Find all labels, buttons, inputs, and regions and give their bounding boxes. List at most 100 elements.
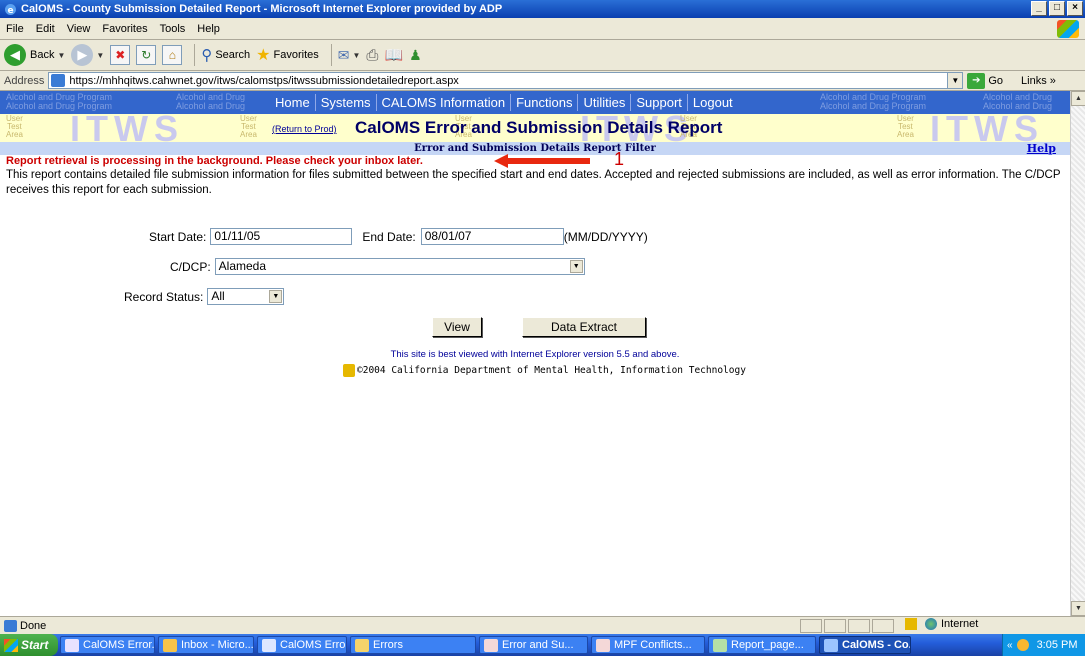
research-button[interactable]: 📖: [384, 46, 403, 64]
tray-clock-icon[interactable]: [1016, 639, 1029, 651]
links-button[interactable]: Links »: [1021, 75, 1056, 87]
start-button[interactable]: Start: [0, 634, 58, 656]
back-label: Back: [30, 49, 55, 61]
pdf-icon: [484, 638, 498, 652]
back-button[interactable]: ◀ Back ▼: [4, 44, 65, 66]
chevron-down-icon[interactable]: ▼: [269, 290, 283, 303]
record-status-select[interactable]: All ▼: [207, 288, 285, 305]
annotation-arrow-icon: [494, 154, 590, 168]
task-button[interactable]: CalOMS Error...: [257, 636, 347, 654]
nav-logout[interactable]: Logout: [686, 94, 738, 111]
start-label: Start: [21, 638, 49, 652]
vertical-scrollbar[interactable]: ▲ ▼: [1070, 91, 1085, 616]
nav-bg-text: Alcohol and Drug Program: [6, 101, 113, 111]
search-label: Search: [215, 49, 251, 61]
nav-home[interactable]: Home: [270, 94, 315, 111]
nav-bg-text: Alcohol and Drug: [983, 101, 1053, 111]
refresh-button[interactable]: ↻: [136, 45, 157, 65]
status-bar: Done Internet: [0, 616, 1085, 634]
task-button[interactable]: MPF Conflicts...: [591, 636, 705, 654]
data-extract-button[interactable]: Data Extract: [522, 317, 646, 337]
task-label: CalOMS Error...: [83, 639, 155, 651]
task-button[interactable]: CalOMS Error...: [60, 636, 155, 654]
menu-favorites[interactable]: Favorites: [102, 23, 147, 35]
chevron-down-icon[interactable]: ▼: [569, 260, 583, 273]
book-icon: 📖: [384, 47, 404, 64]
stop-button[interactable]: ✖: [110, 45, 131, 65]
task-label: CalOMS Error...: [280, 639, 346, 651]
menu-bar: File Edit View Favorites Tools Help: [0, 18, 1085, 40]
record-status-label: Record Status:: [124, 289, 204, 304]
browser-recommendation: This site is best viewed with Internet E…: [390, 349, 680, 360]
task-label: Inbox - Micro...: [181, 639, 254, 651]
chevron-down-icon[interactable]: ▼: [353, 51, 361, 60]
mail-button[interactable]: ✉ ▼: [338, 47, 361, 64]
image-file-icon: [713, 638, 727, 652]
messenger-button[interactable]: ♟: [409, 47, 422, 64]
go-label: Go: [988, 74, 1004, 87]
task-button-active[interactable]: CalOMS - Co...: [819, 636, 911, 654]
close-button[interactable]: ×: [1067, 1, 1083, 16]
clock[interactable]: 3:05 PM: [1037, 639, 1078, 651]
forward-arrow-icon: ▶: [71, 44, 94, 66]
security-zone[interactable]: Internet: [905, 618, 978, 630]
home-icon: ⌂: [162, 45, 183, 65]
nav-functions[interactable]: Functions: [510, 94, 577, 111]
task-button[interactable]: Report_page...: [708, 636, 816, 654]
maximize-button[interactable]: □: [1049, 1, 1065, 16]
scroll-up-icon[interactable]: ▲: [1071, 91, 1085, 106]
help-link[interactable]: Help: [1027, 142, 1056, 155]
scroll-down-icon[interactable]: ▼: [1071, 601, 1085, 616]
zone-label: Internet: [941, 618, 979, 630]
nav-support[interactable]: Support: [630, 94, 687, 111]
nav-utilities[interactable]: Utilities: [577, 94, 630, 111]
chevron-down-icon[interactable]: ▼: [57, 51, 65, 60]
menu-view[interactable]: View: [67, 23, 91, 35]
task-label: MPF Conflicts...: [614, 639, 692, 651]
word-document-icon: [262, 638, 276, 652]
task-button[interactable]: Error and Su...: [479, 636, 588, 654]
search-button[interactable]: ⚲ Search: [201, 46, 250, 64]
go-arrow-icon: ➔: [967, 72, 986, 89]
address-label: Address: [4, 74, 45, 87]
tray-expand-icon[interactable]: «: [1007, 640, 1013, 651]
view-button[interactable]: View: [432, 317, 482, 337]
svg-text:e: e: [8, 6, 14, 16]
menu-tools[interactable]: Tools: [160, 23, 186, 35]
site-nav: Alcohol and Drug Program Alcohol and Dru…: [0, 91, 1070, 114]
cdcp-select[interactable]: Alameda ▼: [214, 258, 585, 275]
mail-icon: ✉: [337, 46, 350, 63]
go-button[interactable]: ➔ Go: [967, 72, 1004, 89]
annotation-callout-number: 1: [614, 149, 625, 169]
system-tray: « 3:05 PM: [1002, 634, 1085, 656]
nav-systems[interactable]: Systems: [314, 94, 376, 111]
menu-edit[interactable]: Edit: [36, 23, 55, 35]
menu-file[interactable]: File: [6, 23, 24, 35]
window-titlebar[interactable]: e CalOMS - County Submission Detailed Re…: [0, 0, 1085, 18]
status-pane: [824, 619, 846, 633]
printer-icon: ⎙: [366, 46, 379, 64]
chevron-down-icon[interactable]: ▼: [947, 73, 963, 88]
minimize-button[interactable]: _: [1031, 1, 1047, 16]
chevron-down-icon[interactable]: ▼: [96, 51, 104, 60]
nav-caloms-information[interactable]: CALOMS Information: [375, 94, 511, 111]
menu-help[interactable]: Help: [197, 23, 220, 35]
task-label: Report_page...: [731, 639, 804, 651]
address-input[interactable]: https://mhhqitws.cahwnet.gov/itws/caloms…: [48, 72, 964, 89]
cdcp-row: C/DCP: Alameda ▼: [170, 258, 585, 275]
task-button[interactable]: Inbox - Micro...: [158, 636, 254, 654]
task-button[interactable]: Errors: [350, 636, 476, 654]
page-icon: [51, 74, 66, 87]
favorites-button[interactable]: ★ Favorites: [256, 45, 319, 65]
print-button[interactable]: ⎙: [366, 47, 378, 64]
end-date-input[interactable]: 08/01/07: [420, 228, 564, 245]
start-date-input[interactable]: 01/11/05: [210, 228, 353, 245]
ie-icon: [824, 638, 838, 652]
home-button[interactable]: ⌂: [162, 45, 183, 65]
forward-button[interactable]: ▶ ▼: [71, 44, 104, 66]
status-pane: [848, 619, 870, 633]
favorites-label: Favorites: [273, 49, 319, 61]
back-arrow-icon: ◀: [4, 44, 26, 66]
toolbar-separator: [194, 44, 196, 66]
return-to-prod-link[interactable]: (Return to Prod): [272, 124, 337, 134]
